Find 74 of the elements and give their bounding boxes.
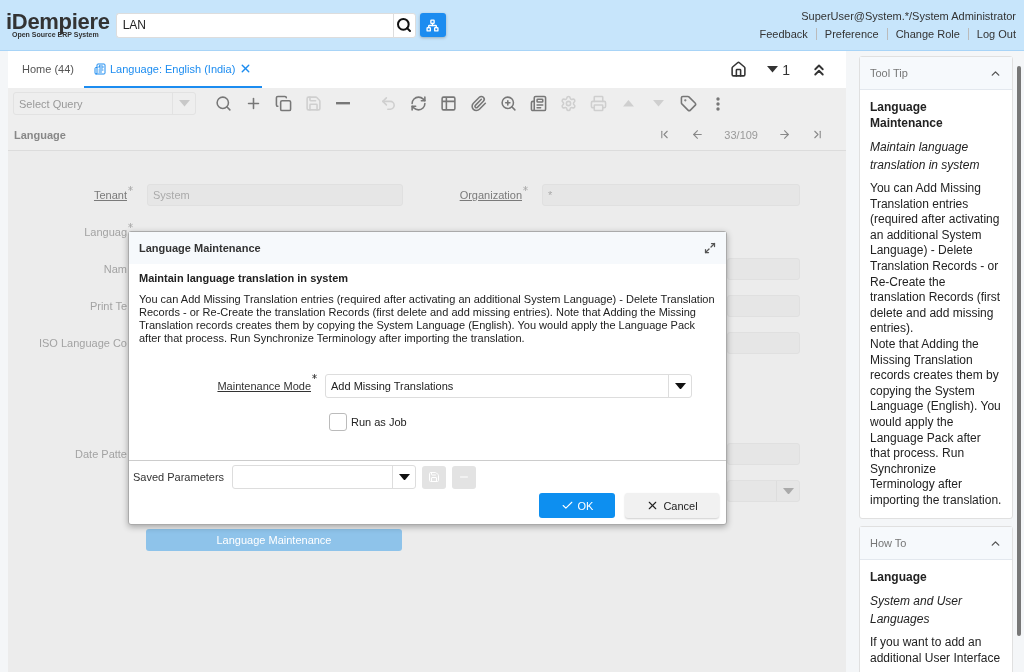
field-label: ISO Language Co — [38, 337, 127, 349]
tag-icon — [679, 95, 697, 112]
card-title: Tool Tip — [870, 67, 908, 79]
minus-icon — [336, 102, 350, 105]
header-link[interactable]: Feedback — [751, 28, 816, 40]
save-icon — [428, 471, 441, 483]
window-tab[interactable]: Home (44) — [12, 51, 84, 88]
maximize-icon[interactable] — [704, 242, 716, 254]
zoom-in-icon — [499, 95, 517, 112]
caret-icon — [398, 473, 410, 481]
home-button[interactable] — [730, 61, 748, 78]
more-icon — [716, 96, 720, 111]
refresh-icon — [409, 95, 427, 112]
header-link[interactable]: Log Out — [967, 28, 1016, 40]
search-button[interactable] — [392, 12, 416, 38]
last-record-button[interactable] — [811, 128, 824, 141]
help-title: Language — [870, 569, 928, 586]
field-label[interactable]: Tenant — [93, 189, 127, 201]
next-record-button[interactable] — [778, 128, 791, 141]
query-select[interactable]: Select Query — [13, 92, 196, 115]
home-icon — [730, 61, 748, 78]
caret-icon — [178, 100, 190, 107]
list-icon — [93, 62, 106, 75]
user-role-text: SuperUser@System.*/System Administrator — [801, 10, 1016, 22]
triangle-up-icon — [622, 100, 634, 107]
help-summary: System and User Languages — [870, 593, 964, 629]
card-title: How To — [870, 537, 907, 550]
help-summary: Maintain language translation in system — [870, 139, 981, 174]
caret-icon — [782, 487, 794, 495]
dialog-heading: Maintain language translation in system — [139, 272, 350, 284]
header-link[interactable]: Preference — [815, 28, 887, 40]
help-title: Language Maintenance — [870, 99, 944, 131]
arrow-right-icon — [778, 128, 791, 141]
printer-icon — [589, 95, 607, 112]
table-icon — [439, 95, 457, 112]
logo-text: iDempiere — [6, 12, 110, 32]
form-field: * — [542, 184, 800, 206]
check-icon — [560, 499, 574, 512]
paperclip-icon — [469, 95, 487, 112]
arrow-left-icon — [691, 128, 705, 141]
sitemap-icon — [426, 18, 440, 32]
field-label: Date Patte — [75, 448, 127, 460]
help-text: If you want to add an additional User Interface — [870, 635, 1002, 667]
search-icon — [396, 17, 413, 33]
help-text: You can Add Missing Translation entries (required after activating an additional System Language) - Delete Translation Records - or Re-Create the translation Records (first delete and add missing entries). Note that Adding the Missing Translation records creates them by copying the System Language (English). You would apply the Language Pack after that process. Run Synchronize Terminology after importing the translation. — [870, 181, 1002, 509]
field-label: Nam — [103, 263, 127, 275]
search-icon — [214, 95, 232, 112]
dialog-title: Language Maintenance — [139, 242, 261, 254]
form-field: System — [147, 184, 403, 206]
mode-select[interactable]: Add Missing Translations — [325, 374, 692, 398]
triangle-down-icon — [652, 100, 664, 107]
settings-icon — [559, 95, 577, 112]
saved-parameters-label: Saved Parameters — [133, 471, 225, 483]
newspaper-icon — [529, 95, 547, 112]
record-title: Language — [14, 128, 66, 141]
field-label: Print Te — [89, 300, 127, 312]
checkbox[interactable] — [329, 413, 347, 431]
field-label[interactable]: Organization — [459, 189, 522, 201]
caret-icon — [674, 382, 686, 390]
cancel-button[interactable]: Cancel — [625, 493, 719, 518]
field-label: Languag — [84, 226, 127, 238]
save-icon — [304, 95, 322, 112]
record-position: 33/109 — [724, 128, 758, 141]
checkbox-label: Run as Job — [351, 416, 407, 428]
window-count-button[interactable]: 1 — [767, 61, 790, 78]
header-link[interactable]: Change Role — [886, 28, 968, 40]
previous-record-button[interactable] — [691, 128, 705, 141]
dialog-description: You can Add Missing Translation entries (required after activating an additional System Language) - Delete Translation Records - or Re-Create the translation Records (first delete and add missing entries). Note that Adding the Missing Translation records creates them by copying the System Language (English). You would apply the Language Pack after that process. Run Synchronize Terminology after importing the translation. — [139, 293, 716, 345]
field-label[interactable]: Maintenance Mode — [139, 380, 311, 392]
search-field[interactable]: LAN — [115, 12, 393, 38]
last-icon — [811, 128, 824, 141]
undo-icon — [379, 95, 397, 112]
caret-icon — [767, 66, 779, 73]
copy-icon — [274, 95, 292, 112]
